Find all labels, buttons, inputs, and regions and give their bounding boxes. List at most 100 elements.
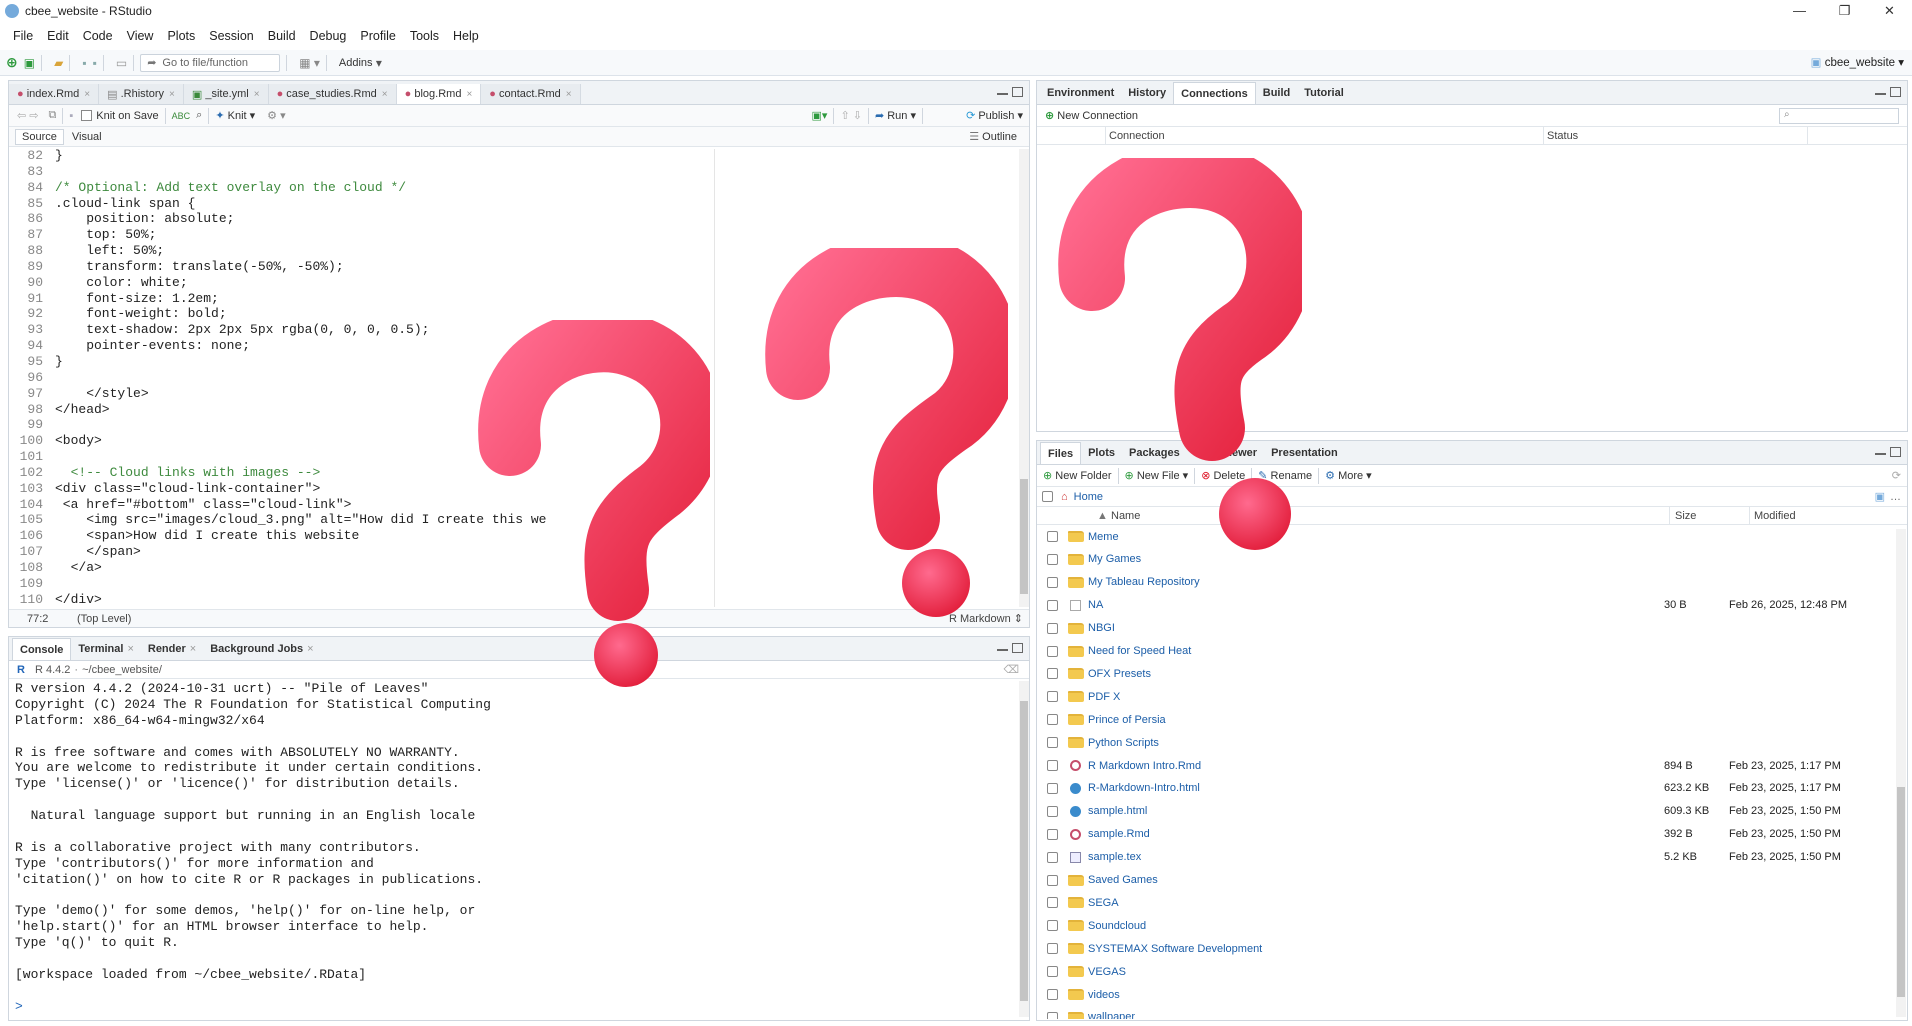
tab-connections[interactable]: Connections — [1173, 82, 1256, 104]
file-checkbox[interactable] — [1047, 782, 1058, 794]
file-checkbox[interactable] — [1047, 691, 1058, 703]
file-checkbox[interactable] — [1047, 828, 1058, 840]
minimize-pane-icon[interactable] — [1875, 87, 1886, 95]
file-name-link[interactable]: videos — [1088, 989, 1120, 1001]
file-row[interactable]: sample.tex 5.2 KB Feb 23, 2025, 1:50 PM — [1037, 848, 1895, 867]
tab-terminal[interactable]: Terminal × — [71, 638, 140, 660]
console-scrollbar[interactable] — [1019, 681, 1029, 1017]
run-button[interactable]: ➦ Run ▾ — [875, 109, 916, 122]
file-row[interactable]: SYSTEMAX Software Development — [1037, 939, 1895, 958]
editor-scroll-thumb[interactable] — [1020, 479, 1028, 594]
file-row[interactable]: videos — [1037, 985, 1895, 1004]
tab-rhistory[interactable]: ▤ .Rhistory × — [99, 84, 184, 104]
addins-menu[interactable]: Addins ▾ — [339, 56, 382, 70]
publish-button[interactable]: ⟳ Publish ▾ — [966, 109, 1023, 122]
col-modified[interactable]: Modified — [1754, 510, 1796, 522]
file-name-link[interactable]: Soundcloud — [1088, 920, 1146, 932]
menu-view[interactable]: View — [120, 29, 161, 43]
file-checkbox[interactable] — [1047, 897, 1058, 909]
file-checkbox[interactable] — [1047, 1011, 1058, 1019]
file-checkbox[interactable] — [1047, 714, 1058, 726]
r-version-label[interactable]: R 4.4.2 — [35, 664, 70, 676]
file-name-link[interactable]: sample.Rmd — [1088, 828, 1150, 840]
show-in-window-icon[interactable]: ⧉ — [49, 109, 57, 122]
menu-file[interactable]: File — [6, 29, 40, 43]
outline-button[interactable]: ☰ Outline — [969, 130, 1017, 143]
file-row[interactable]: R-Markdown-Intro.html 623.2 KB Feb 23, 202… — [1037, 779, 1895, 798]
project-menu[interactable]: ▣ cbee_website ▾ — [1811, 55, 1904, 69]
file-name-link[interactable]: Need for Speed Heat — [1088, 645, 1191, 657]
menu-code[interactable]: Code — [76, 29, 120, 43]
menu-edit[interactable]: Edit — [40, 29, 76, 43]
file-row[interactable]: Python Scripts — [1037, 733, 1895, 752]
file-name-link[interactable]: NBGI — [1088, 622, 1115, 634]
file-name-link[interactable]: OFX Presets — [1088, 668, 1151, 680]
files-scrollbar[interactable] — [1896, 529, 1906, 1017]
tab-build[interactable]: Build — [1256, 82, 1298, 104]
minimize-pane-icon[interactable] — [997, 643, 1008, 651]
close-tab-icon[interactable]: × — [566, 89, 572, 100]
tab-console[interactable]: Console — [12, 638, 72, 660]
file-name-link[interactable]: R Markdown Intro.Rmd — [1088, 760, 1201, 772]
file-row[interactable]: NA 30 B Feb 26, 2025, 12:48 PM — [1037, 596, 1895, 615]
minimize-button[interactable]: — — [1777, 0, 1822, 22]
go-to-project-icon[interactable]: ▣ — [1875, 490, 1885, 503]
file-name-link[interactable]: R-Markdown-Intro.html — [1088, 782, 1200, 794]
col-size[interactable]: Size — [1675, 510, 1696, 522]
spellcheck-icon[interactable]: ABC — [172, 111, 191, 121]
save-all-icon[interactable]: ▪ — [93, 56, 97, 70]
file-name-link[interactable]: SYSTEMAX Software Development — [1088, 943, 1262, 955]
close-tab-icon[interactable]: × — [127, 643, 133, 655]
console-prompt[interactable]: > — [15, 999, 1011, 1015]
minimize-pane-icon[interactable] — [997, 87, 1008, 95]
close-tab-icon[interactable]: × — [466, 89, 472, 100]
open-file-icon[interactable]: ▰ — [54, 56, 63, 70]
file-checkbox[interactable] — [1047, 760, 1058, 771]
file-row[interactable]: PDF X — [1037, 687, 1895, 706]
knit-button[interactable]: ✦ Knit ▾ — [215, 109, 255, 123]
close-tab-icon[interactable]: × — [382, 89, 388, 100]
tab-render[interactable]: Render × — [141, 638, 203, 660]
file-checkbox[interactable] — [1047, 622, 1058, 634]
file-row[interactable]: My Tableau Repository — [1037, 573, 1895, 592]
back-icon[interactable]: ⇦ ⇨ — [17, 109, 39, 122]
file-name-link[interactable]: sample.html — [1088, 805, 1147, 817]
source-tab[interactable]: Source — [15, 128, 64, 145]
menu-help[interactable]: Help — [446, 29, 486, 43]
file-row[interactable]: SEGA — [1037, 893, 1895, 912]
new-connection-button[interactable]: ⊕ New Connection — [1045, 109, 1138, 122]
tab-history[interactable]: History — [1121, 82, 1173, 104]
file-checkbox[interactable] — [1047, 668, 1058, 680]
file-checkbox[interactable] — [1047, 851, 1058, 863]
maximize-pane-icon[interactable] — [1890, 87, 1901, 97]
file-row[interactable]: OFX Presets — [1037, 664, 1895, 683]
col-connection[interactable]: Connection — [1109, 130, 1165, 142]
connections-search-input[interactable]: ⌕ — [1779, 108, 1899, 124]
knit-on-save-checkbox[interactable] — [81, 110, 93, 121]
menu-session[interactable]: Session — [202, 29, 260, 43]
close-tab-icon[interactable]: × — [169, 89, 175, 100]
file-checkbox[interactable] — [1047, 599, 1058, 611]
console-output[interactable]: R version 4.4.2 (2024-10-31 ucrt) -- "Pi… — [15, 681, 1011, 1017]
editor-scrollbar[interactable] — [1019, 149, 1029, 607]
file-name-link[interactable]: Python Scripts — [1088, 737, 1159, 749]
file-row[interactable]: Need for Speed Heat — [1037, 642, 1895, 661]
close-tab-icon[interactable]: × — [84, 89, 90, 100]
menu-plots[interactable]: Plots — [160, 29, 202, 43]
file-row[interactable]: Soundcloud — [1037, 916, 1895, 935]
scope-indicator[interactable]: (Top Level) — [77, 613, 131, 625]
file-checkbox[interactable] — [1047, 874, 1058, 886]
tab-environment[interactable]: Environment — [1040, 82, 1121, 104]
maximize-button[interactable]: ❐ — [1822, 0, 1867, 22]
file-row[interactable]: VEGAS — [1037, 962, 1895, 981]
settings-gear-icon[interactable]: ⚙ ▾ — [267, 109, 285, 122]
more-button[interactable]: ⚙ More ▾ — [1325, 469, 1372, 482]
file-name-link[interactable]: sample.tex — [1088, 851, 1141, 863]
file-row[interactable]: sample.html 609.3 KB Feb 23, 2025, 1:50 PM — [1037, 802, 1895, 821]
minimize-pane-icon[interactable] — [1875, 447, 1886, 455]
clear-console-icon[interactable]: ⌫ — [1003, 663, 1019, 676]
file-checkbox[interactable] — [1047, 920, 1058, 932]
close-button[interactable]: ✕ — [1867, 0, 1912, 22]
tab-index-rmd[interactable]: ● index.Rmd × — [9, 84, 100, 104]
files-scroll-thumb[interactable] — [1897, 787, 1905, 997]
